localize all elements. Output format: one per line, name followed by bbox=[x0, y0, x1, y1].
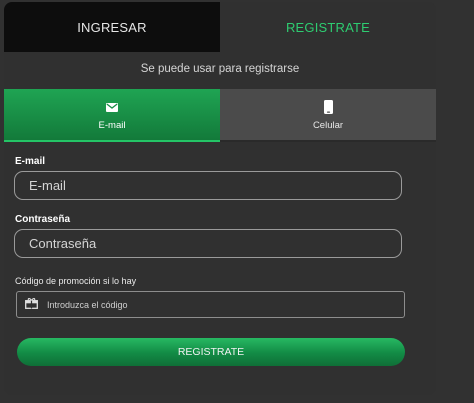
tab-register[interactable]: REGISTRATE bbox=[220, 2, 436, 52]
phone-icon bbox=[323, 98, 333, 116]
promo-code-box[interactable] bbox=[16, 291, 405, 318]
promo-label: Código de promoción si lo hay bbox=[15, 276, 137, 286]
registration-method-tabs: E-mail Celular bbox=[4, 89, 436, 142]
method-tab-phone[interactable]: Celular bbox=[220, 89, 436, 142]
subtitle: Se puede usar para registrarse bbox=[140, 63, 300, 75]
register-button[interactable]: REGISTRATE bbox=[17, 338, 405, 366]
method-tab-phone-label: Celular bbox=[312, 120, 344, 131]
method-tab-email-label: E-mail bbox=[98, 120, 126, 131]
auth-tabs: INGRESAR REGISTRATE bbox=[4, 2, 436, 52]
promo-code-input[interactable] bbox=[45, 298, 379, 311]
tab-login[interactable]: INGRESAR bbox=[4, 2, 220, 52]
email-field[interactable] bbox=[14, 171, 402, 200]
gift-icon bbox=[25, 296, 38, 314]
registration-modal: INGRESAR REGISTRATE Se puede usar para r… bbox=[4, 2, 436, 395]
password-field[interactable] bbox=[14, 229, 402, 258]
method-tab-email[interactable]: E-mail bbox=[4, 89, 220, 142]
email-label: E-mail bbox=[15, 156, 46, 167]
password-label: Contraseña bbox=[15, 214, 71, 225]
registration-form: E-mail Contraseña Código de promoción si… bbox=[4, 156, 436, 318]
envelope-icon bbox=[106, 98, 118, 116]
